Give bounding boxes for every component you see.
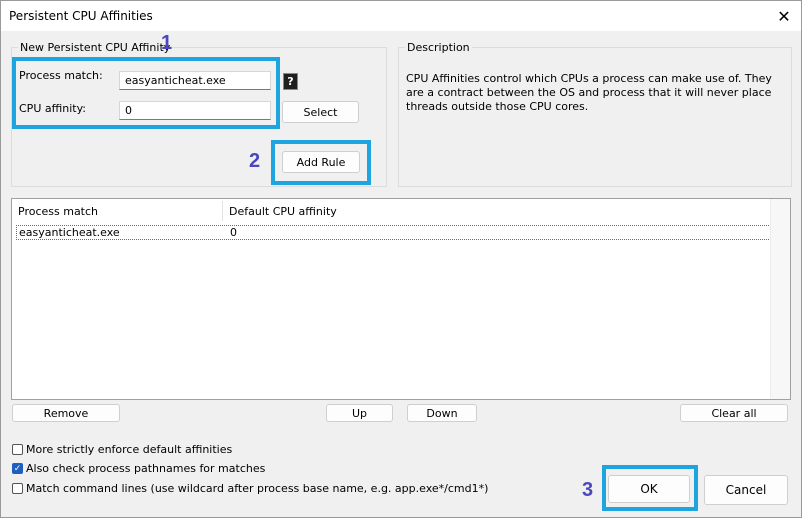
check-pathnames-checkbox[interactable]: ✓ — [12, 463, 23, 474]
description-text: CPU Affinities control which CPUs a proc… — [406, 72, 772, 113]
strict-enforce-label: More strictly enforce default affinities — [26, 443, 233, 456]
window-title: Persistent CPU Affinities — [9, 9, 153, 23]
row-process-cell: easyanticheat.exe — [19, 226, 120, 239]
highlight-box-2 — [271, 140, 371, 185]
description-group: Description — [398, 41, 792, 187]
column-header-process-match[interactable]: Process match — [18, 205, 98, 218]
highlight-box-1 — [12, 57, 280, 129]
check-pathnames-label: Also check process pathnames for matches — [26, 462, 266, 475]
rules-list[interactable]: Process match Default CPU affinity easya… — [11, 198, 791, 400]
help-icon[interactable]: ? — [283, 73, 298, 90]
title-bar: Persistent CPU Affinities ✕ — [1, 1, 801, 31]
highlight-box-3 — [602, 465, 698, 511]
down-button[interactable]: Down — [407, 404, 477, 422]
annotation-number-3: 3 — [582, 479, 594, 501]
annotation-number-1: 1 — [161, 32, 173, 54]
table-row[interactable]: easyanticheat.exe 0 — [16, 225, 771, 240]
match-command-lines-checkbox[interactable] — [12, 483, 23, 494]
cancel-button[interactable]: Cancel — [704, 475, 788, 505]
remove-button[interactable]: Remove — [12, 404, 120, 422]
dialog-window: Persistent CPU Affinities ✕ New Persiste… — [0, 0, 802, 518]
group-label: New Persistent CPU Affinity — [18, 41, 173, 54]
description-label: Description — [405, 41, 472, 54]
column-header-default-affinity[interactable]: Default CPU affinity — [229, 205, 337, 218]
strict-enforce-checkbox[interactable] — [12, 444, 23, 455]
vertical-scrollbar[interactable] — [770, 199, 790, 399]
row-affinity-cell: 0 — [230, 226, 237, 239]
up-button[interactable]: Up — [326, 404, 393, 422]
match-command-lines-label: Match command lines (use wildcard after … — [26, 482, 489, 495]
clear-all-button[interactable]: Clear all — [680, 404, 788, 422]
close-icon[interactable]: ✕ — [767, 1, 801, 31]
annotation-number-2: 2 — [249, 150, 261, 172]
column-divider[interactable] — [222, 201, 223, 221]
select-button[interactable]: Select — [282, 101, 359, 123]
